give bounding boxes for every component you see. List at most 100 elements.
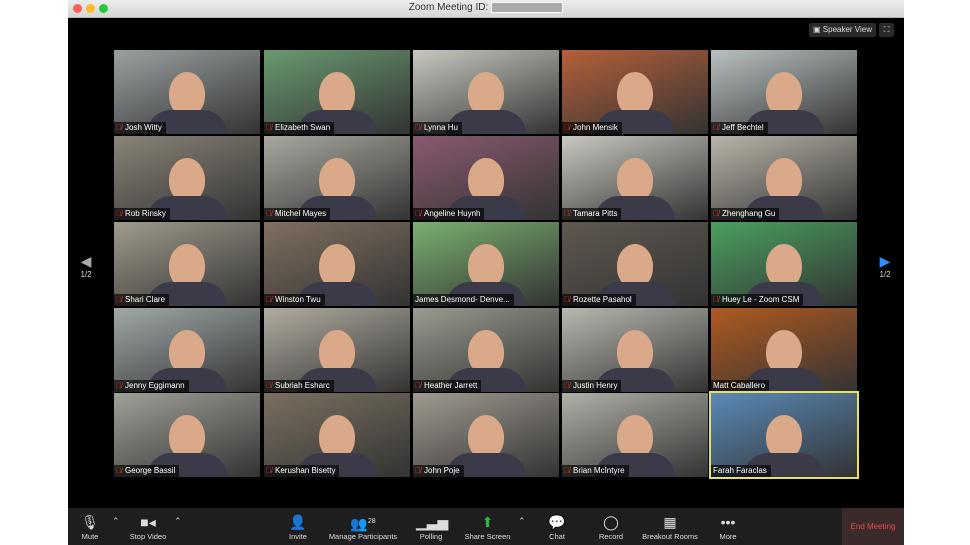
- muted-mic-icon: 🎙̸: [415, 466, 421, 475]
- chat-icon: 💬: [548, 514, 566, 530]
- muted-mic-icon: 🎙̸: [266, 466, 272, 475]
- participant-name-label: 🎙̸ Shari Clare: [114, 294, 170, 306]
- muted-mic-icon: 🎙̸: [713, 209, 719, 218]
- fullscreen-icon[interactable]: ⛶: [879, 23, 894, 37]
- muted-mic-icon: 🎙̸: [564, 295, 570, 304]
- participant-name-label: 🎙̸ Elizabeth Swan: [264, 122, 335, 134]
- more-button[interactable]: ••• More: [714, 512, 742, 541]
- title-bar: Zoom Meeting ID:: [68, 0, 904, 18]
- participant-name-label: Farah Faraclas: [711, 465, 771, 477]
- participant-name-label: 🎙̸ Josh Witty: [114, 122, 166, 134]
- participant-tile[interactable]: 🎙̸ Tamara Pitts: [562, 136, 708, 220]
- participant-tile[interactable]: James Desmond- Denve...: [413, 222, 559, 306]
- participant-name-label: 🎙̸ Rozette Pasahol: [562, 294, 636, 306]
- participant-name-label: 🎙̸ Winston Twu: [264, 294, 325, 306]
- participant-tile[interactable]: 🎙̸ John Mensik: [562, 50, 708, 134]
- invite-button[interactable]: 👤 Invite: [283, 512, 313, 541]
- prev-page-button[interactable]: ◀ 1/2: [76, 253, 96, 279]
- muted-mic-icon: 🎙̸: [564, 466, 570, 475]
- participant-count: 28: [367, 518, 376, 525]
- speaker-view-button[interactable]: ▣ Speaker View: [809, 23, 876, 37]
- participant-tile[interactable]: Matt Caballero: [711, 308, 857, 392]
- audio-options-caret[interactable]: ⌃: [112, 516, 120, 527]
- participant-tile[interactable]: 🎙̸ Rob Rinsky: [114, 136, 260, 220]
- participant-name-label: 🎙̸ Tamara Pitts: [562, 208, 622, 220]
- participant-name-label: 🎙̸ Jeff Bechtel: [711, 122, 768, 134]
- breakout-rooms-icon: ▦: [663, 514, 677, 530]
- muted-mic-icon: 🎙̸: [713, 123, 719, 132]
- breakout-rooms-button[interactable]: ▦ Breakout Rooms: [638, 512, 702, 541]
- participant-tile[interactable]: 🎙̸ Elizabeth Swan: [264, 50, 410, 134]
- video-options-caret[interactable]: ⌃: [174, 516, 182, 527]
- muted-mic-icon: 🎙̸: [116, 381, 122, 390]
- muted-mic-icon: 🎙̸: [116, 209, 122, 218]
- participant-name-label: 🎙̸ Mitchel Mayes: [264, 208, 331, 220]
- participant-tile[interactable]: 🎙̸ Zhenghang Gu: [711, 136, 857, 220]
- video-camera-icon: ■◂: [140, 514, 156, 530]
- muted-mic-icon: 🎙̸: [564, 209, 570, 218]
- participant-tile[interactable]: 🎙̸ George Bassil: [114, 393, 260, 477]
- muted-mic-icon: 🎙̸: [564, 381, 570, 390]
- participant-tile[interactable]: 🎙̸ Angeline Huynh: [413, 136, 559, 220]
- muted-mic-icon: 🎙̸: [116, 466, 122, 475]
- muted-mic-icon: 🎙̸: [564, 123, 570, 132]
- participant-name-label: 🎙̸ Huey Le - Zoom CSM: [711, 294, 804, 306]
- participant-tile[interactable]: 🎙̸ Lynna Hu: [413, 50, 559, 134]
- meeting-id-redacted: [491, 2, 564, 13]
- participant-tile[interactable]: 🎙̸ Kerushan Bisetty: [264, 393, 410, 477]
- participant-tile[interactable]: 🎙̸ Huey Le - Zoom CSM: [711, 222, 857, 306]
- record-icon: ◯: [603, 514, 619, 530]
- participant-name-label: 🎙̸ Rob Rinsky: [114, 208, 170, 220]
- muted-mic-icon: 🎙̸: [266, 381, 272, 390]
- arrow-right-icon: ▶: [879, 253, 891, 269]
- muted-mic-icon: 🎙̸: [415, 381, 421, 390]
- share-options-caret[interactable]: ⌃: [518, 516, 526, 527]
- microphone-icon: 🎙: [81, 514, 99, 530]
- participant-name-label: James Desmond- Denve...: [413, 294, 514, 306]
- polling-button[interactable]: ▁▃▅ Polling: [416, 512, 449, 541]
- next-page-button[interactable]: ▶ 1/2: [875, 253, 895, 279]
- participant-tile[interactable]: 🎙̸ Mitchel Mayes: [264, 136, 410, 220]
- participant-name-label: 🎙̸ John Poje: [413, 465, 464, 477]
- invite-icon: 👤: [289, 514, 307, 530]
- participant-tile[interactable]: 🎙̸ Shari Clare: [114, 222, 260, 306]
- muted-mic-icon: 🎙̸: [266, 295, 272, 304]
- participant-tile[interactable]: Farah Faraclas: [709, 391, 859, 479]
- participant-tile[interactable]: 🎙̸ Justin Henry: [562, 308, 708, 392]
- muted-mic-icon: 🎙̸: [266, 123, 272, 132]
- chat-button[interactable]: 💬 Chat: [542, 512, 572, 541]
- arrow-left-icon: ◀: [80, 253, 92, 269]
- participant-name-label: 🎙̸ Jenny Eggimann: [114, 380, 189, 392]
- zoom-window: Zoom Meeting ID: ▣ Speaker View ⛶ ◀ 1/2 ▶…: [68, 0, 904, 545]
- participant-tile[interactable]: 🎙̸ Josh Witty: [114, 50, 260, 134]
- muted-mic-icon: 🎙̸: [266, 209, 272, 218]
- muted-mic-icon: 🎙̸: [415, 209, 421, 218]
- participant-tile[interactable]: 🎙̸ Subriah Esharc: [264, 308, 410, 392]
- participant-tile[interactable]: 🎙̸ Heather Jarrett: [413, 308, 559, 392]
- participant-name-label: 🎙̸ Angeline Huynh: [413, 208, 485, 220]
- polling-icon: ▁▃▅: [416, 514, 449, 530]
- participant-tile[interactable]: 🎙̸ Winston Twu: [264, 222, 410, 306]
- participant-name-label: 🎙̸ Justin Henry: [562, 380, 622, 392]
- participant-tile[interactable]: 🎙̸ Jenny Eggimann: [114, 308, 260, 392]
- participants-icon: 👥28: [350, 515, 376, 532]
- record-button[interactable]: ◯ Record: [596, 512, 626, 541]
- share-screen-icon: ⬆: [481, 514, 494, 530]
- participant-name-label: 🎙̸ Heather Jarrett: [413, 380, 482, 392]
- participant-tile[interactable]: 🎙̸ Brian McIntyre: [562, 393, 708, 477]
- participant-tile[interactable]: 🎙̸ Rozette Pasahol: [562, 222, 708, 306]
- muted-mic-icon: 🎙̸: [713, 295, 719, 304]
- muted-mic-icon: 🎙̸: [116, 123, 122, 132]
- mute-button[interactable]: 🎙 Mute: [76, 512, 104, 541]
- manage-participants-button[interactable]: 👥28 Manage Participants: [324, 512, 402, 541]
- participant-name-label: Matt Caballero: [711, 380, 770, 392]
- stop-video-button[interactable]: ■◂ Stop Video: [124, 512, 172, 541]
- participant-tile[interactable]: 🎙̸ Jeff Bechtel: [711, 50, 857, 134]
- end-meeting-button[interactable]: End Meeting: [842, 508, 904, 545]
- share-screen-button[interactable]: ⬆ Share Screen: [460, 512, 515, 541]
- participant-name-label: 🎙̸ Subriah Esharc: [264, 380, 334, 392]
- muted-mic-icon: 🎙̸: [415, 123, 421, 132]
- meeting-toolbar: 🎙 Mute ⌃ ■◂ Stop Video ⌃ 👤 Invite 👥28 Manage…: [68, 508, 904, 545]
- window-title: Zoom Meeting ID:: [68, 2, 904, 13]
- participant-tile[interactable]: 🎙̸ John Poje: [413, 393, 559, 477]
